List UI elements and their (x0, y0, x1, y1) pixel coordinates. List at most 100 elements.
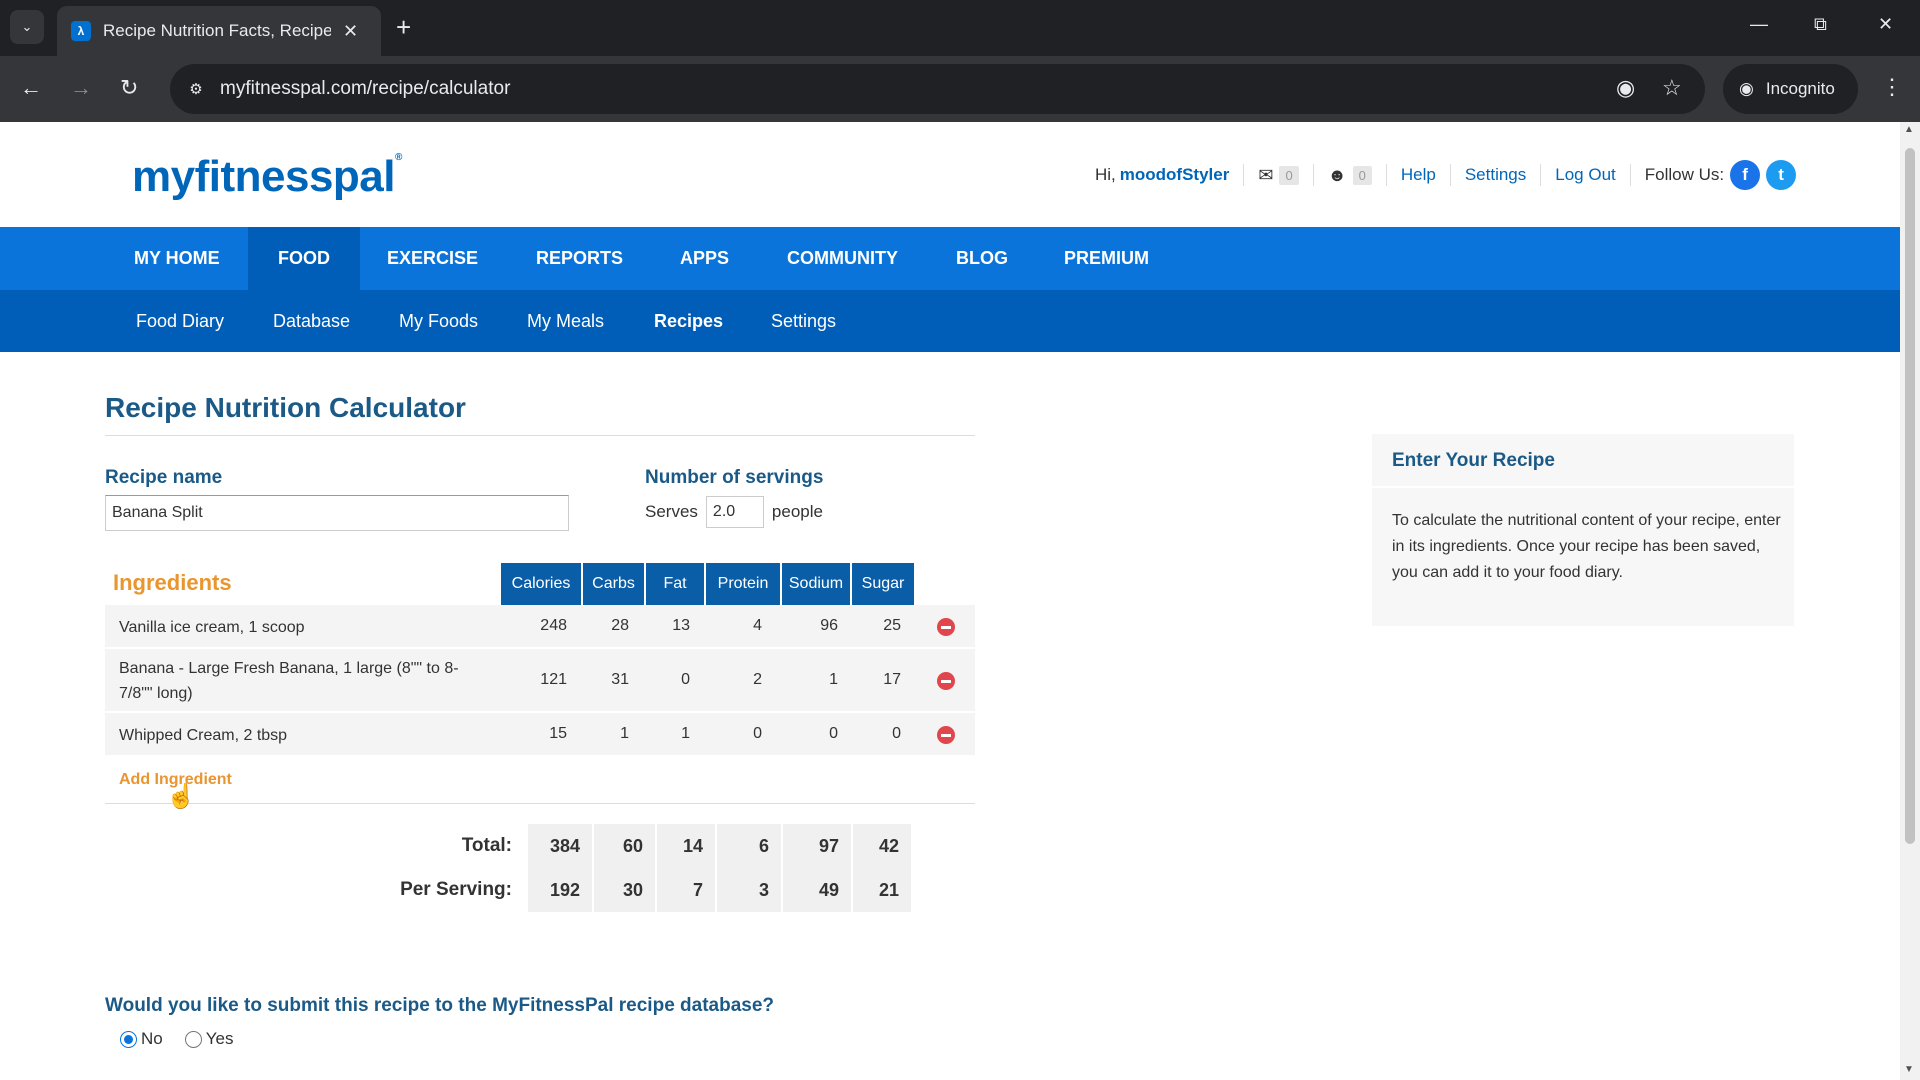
total-sodium: 97 (783, 824, 853, 868)
nav-premium[interactable]: PREMIUM (1034, 227, 1179, 290)
servings-row: Serves people (645, 496, 823, 528)
forward-button[interactable]: → (70, 74, 92, 102)
recipe-name-label: Recipe name (105, 467, 223, 488)
ingredient-sugar: 17 (883, 671, 901, 688)
total-calories: 384 (528, 824, 594, 868)
nav-food[interactable]: FOOD (248, 227, 360, 290)
twitter-icon[interactable]: t (1766, 160, 1797, 190)
remove-ingredient-icon[interactable] (937, 618, 955, 636)
minimize-button[interactable]: — (1750, 14, 1768, 35)
divider (1243, 164, 1245, 186)
close-window-button[interactable]: ✕ (1878, 14, 1893, 35)
friends-icon[interactable]: ☻ (1328, 165, 1347, 186)
subnav-food-diary[interactable]: Food Diary (136, 290, 224, 352)
ingredient-protein: 0 (753, 725, 762, 742)
myfitnesspal-logo[interactable]: myfitnesspal® (132, 152, 402, 202)
enter-recipe-panel: Enter Your Recipe To calculate the nutri… (1372, 434, 1794, 626)
nav-blog[interactable]: BLOG (926, 227, 1038, 290)
radio-no-label[interactable]: No (141, 1029, 163, 1049)
ingredient-sodium: 1 (829, 671, 838, 688)
new-tab-button[interactable]: + (396, 12, 411, 42)
mail-icon[interactable]: ✉ (1258, 165, 1273, 186)
serves-suffix: people (771, 502, 823, 521)
address-bar[interactable]: ⚙ myfitnesspal.com/recipe/calculator ◉ ☆ (170, 64, 1705, 114)
column-header-sodium: Sodium (782, 563, 852, 605)
tab-close-icon[interactable]: ✕ (343, 21, 358, 42)
total-fat: 14 (657, 824, 717, 868)
back-button[interactable]: ← (20, 74, 42, 102)
reload-button[interactable]: ↻ (120, 74, 138, 102)
enter-recipe-title: Enter Your Recipe (1392, 450, 1555, 471)
ingredient-protein: 2 (753, 671, 762, 688)
per-serving-protein: 3 (717, 868, 783, 912)
nav-my-home[interactable]: MY HOME (104, 227, 250, 290)
help-link[interactable]: Help (1401, 165, 1436, 185)
facebook-icon[interactable]: f (1730, 160, 1761, 190)
column-header-fat: Fat (646, 563, 706, 605)
ingredient-row: Vanilla ice cream, 1 scoop 248 28 13 4 9… (105, 605, 975, 649)
per-serving-calories: 192 (528, 868, 594, 912)
bookmark-star-icon[interactable]: ☆ (1662, 75, 1682, 101)
ingredient-sugar: 25 (883, 617, 901, 634)
restore-button[interactable]: ⧉ (1814, 14, 1827, 35)
ingredient-carbs: 28 (611, 617, 629, 634)
recipe-name-input[interactable] (105, 495, 569, 531)
ingredient-row: Whipped Cream, 2 tbsp 15 1 1 0 0 0 (105, 713, 975, 757)
radio-no[interactable] (120, 1030, 137, 1048)
browser-menu-icon[interactable]: ⋮ (1881, 74, 1903, 100)
incognito-indicator[interactable]: ◉ Incognito (1723, 64, 1858, 114)
tab-title: Recipe Nutrition Facts, Recipe N (103, 21, 331, 40)
eye-off-icon[interactable]: ◉ (1616, 75, 1635, 101)
logo-text: myfitnesspal (132, 152, 395, 201)
username-link[interactable]: moodofStyler (1120, 165, 1230, 185)
ingredient-carbs: 1 (620, 725, 629, 742)
column-header-sugar: Sugar (852, 563, 916, 605)
per-serving-fat: 7 (657, 868, 717, 912)
subnav-my-foods[interactable]: My Foods (399, 290, 478, 352)
per-serving-carbs: 30 (594, 868, 657, 912)
divider (1449, 164, 1451, 186)
per-serving-sugar: 21 (853, 868, 913, 912)
radio-yes[interactable] (184, 1030, 202, 1048)
column-header-protein: Protein (706, 563, 782, 605)
subnav-settings[interactable]: Settings (771, 290, 836, 352)
total-label: Total: (461, 835, 512, 856)
ingredient-fat: 13 (672, 617, 690, 634)
page-title: Recipe Nutrition Calculator (105, 392, 466, 423)
enter-recipe-text: To calculate the nutritional content of … (1392, 512, 1781, 581)
nav-reports[interactable]: REPORTS (506, 227, 653, 290)
scroll-thumb[interactable] (1905, 148, 1915, 844)
servings-input[interactable] (705, 496, 764, 528)
nav-exercise[interactable]: EXERCISE (357, 227, 508, 290)
servings-label: Number of servings (645, 467, 824, 488)
subnav-my-meals[interactable]: My Meals (527, 290, 604, 352)
site-info-icon[interactable]: ⚙ (184, 77, 208, 101)
tab-search-button[interactable]: ⌄ (10, 10, 44, 44)
settings-link[interactable]: Settings (1465, 165, 1526, 185)
log-out-link[interactable]: Log Out (1555, 165, 1616, 185)
column-header-calories: Calories (501, 563, 583, 605)
radio-yes-label[interactable]: Yes (206, 1029, 234, 1049)
ingredients-heading: Ingredients (113, 570, 232, 595)
ingredient-sugar: 0 (892, 725, 901, 742)
submit-recipe-question: Would you like to submit this recipe to … (105, 995, 775, 1016)
nav-apps[interactable]: APPS (650, 227, 759, 290)
page-scrollbar[interactable]: ▲ ▼ (1900, 122, 1920, 1080)
browser-tab[interactable]: λ Recipe Nutrition Facts, Recipe N ✕ (57, 6, 381, 56)
remove-ingredient-icon[interactable] (937, 726, 955, 744)
incognito-icon: ◉ (1739, 79, 1754, 98)
per-serving-sodium: 49 (783, 868, 853, 912)
column-header-carbs: Carbs (583, 563, 646, 605)
divider (1312, 164, 1314, 186)
nav-community[interactable]: COMMUNITY (757, 227, 928, 290)
scroll-up-icon[interactable]: ▲ (1904, 124, 1914, 135)
subnav-database[interactable]: Database (273, 290, 350, 352)
total-protein: 6 (717, 824, 783, 868)
ingredient-calories: 15 (549, 725, 567, 742)
browser-tabstrip: ⌄ λ Recipe Nutrition Facts, Recipe N ✕ +… (0, 0, 1920, 56)
subnav-recipes[interactable]: Recipes (654, 290, 723, 352)
registered-mark: ® (394, 152, 402, 163)
scroll-down-icon[interactable]: ▼ (1904, 1064, 1914, 1075)
remove-ingredient-icon[interactable] (937, 672, 955, 690)
add-ingredient-divider (105, 803, 975, 804)
